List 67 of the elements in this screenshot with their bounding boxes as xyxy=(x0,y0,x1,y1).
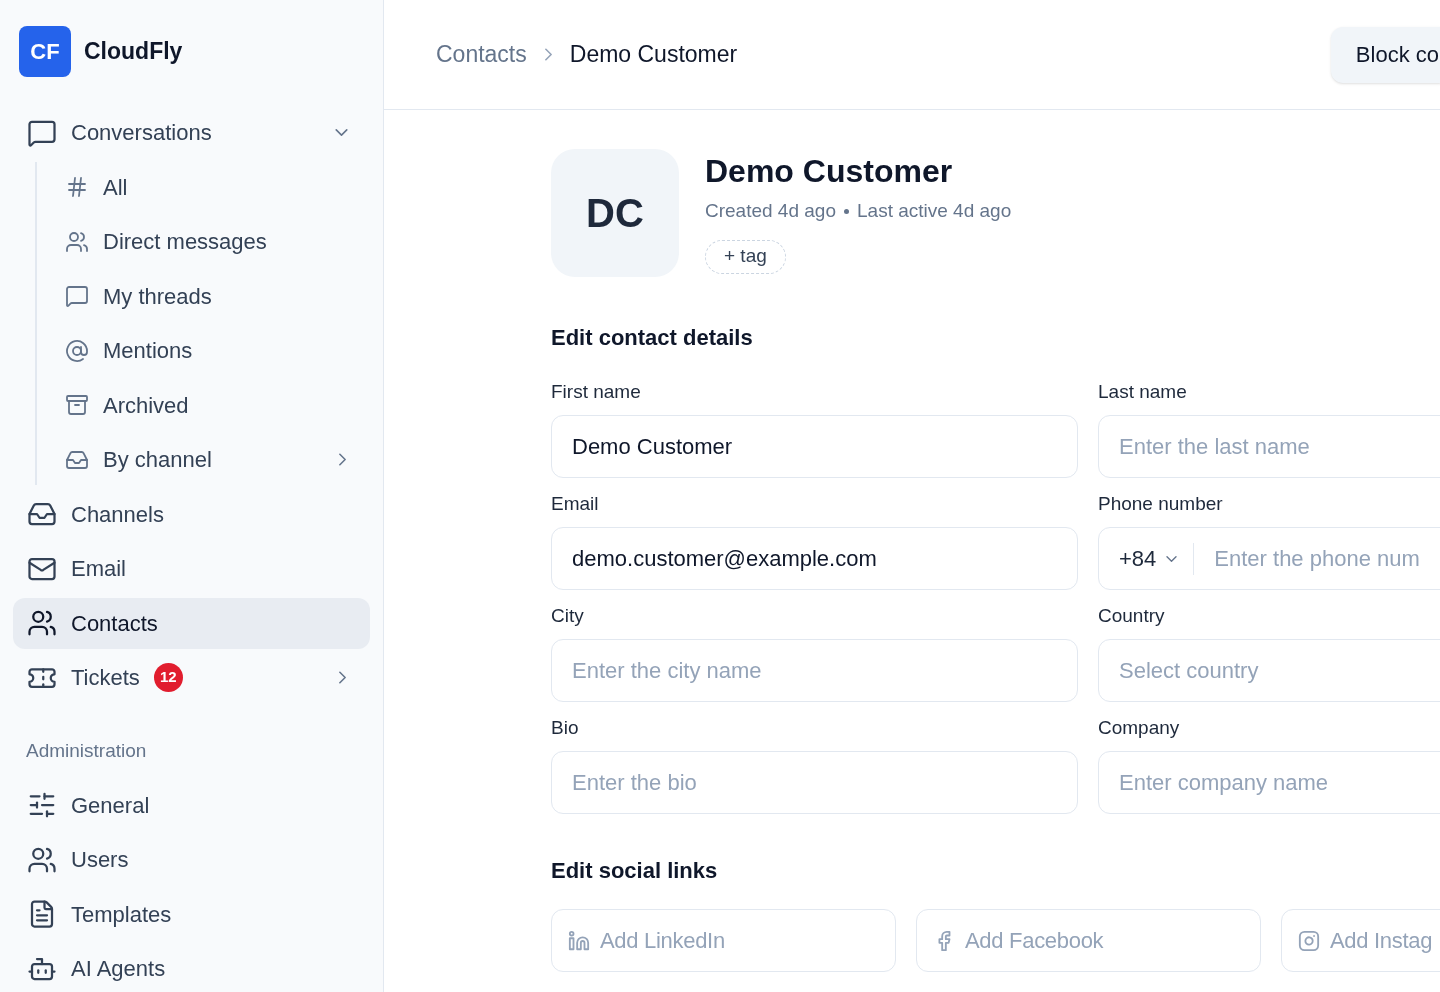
field-label: Phone number xyxy=(1098,492,1224,516)
logo: CF xyxy=(19,26,71,77)
nav-item[interactable]: By channel xyxy=(13,434,370,485)
input-field[interactable]: Demo Customer xyxy=(551,415,1078,478)
last-active-text: Last active 4d ago xyxy=(857,199,1012,223)
section-heading: Edit contact details xyxy=(551,324,754,352)
chevron-down-icon xyxy=(1166,555,1178,562)
section-heading: Edit social links xyxy=(551,857,719,885)
nav-item[interactable]: Contacts xyxy=(13,597,370,649)
instagram-icon xyxy=(1298,929,1320,952)
hash-icon xyxy=(65,175,89,199)
breadcrumb-item: Demo Customer xyxy=(569,40,738,70)
nav-label: Templates xyxy=(71,900,172,929)
at-sign-icon xyxy=(65,338,89,363)
avatar: DC xyxy=(551,149,679,277)
nav-item[interactable]: Conversations xyxy=(13,107,370,158)
field-label: Last name xyxy=(1098,380,1188,404)
nav-label: Tickets xyxy=(71,664,140,692)
nav-label: Email xyxy=(71,555,126,583)
chat-bubble-icon xyxy=(65,284,89,308)
archive-icon xyxy=(65,393,89,417)
input-field[interactable]: demo.customer@example.com xyxy=(551,527,1078,590)
nav-label: All xyxy=(103,173,128,202)
nav-label: Users xyxy=(71,846,129,874)
nav-label: Archived xyxy=(103,391,189,420)
nav-item[interactable]: Direct messages xyxy=(13,216,370,267)
nav-label: Contacts xyxy=(71,609,158,638)
block-contact-button[interactable]: Block co xyxy=(1330,26,1440,83)
sliders-icon xyxy=(27,790,57,820)
users-icon xyxy=(27,608,57,638)
nav-item[interactable]: General xyxy=(13,779,370,831)
nav-label: Mentions xyxy=(103,337,193,365)
nav-item[interactable]: All xyxy=(13,161,370,213)
nav-item[interactable]: Tickets 12 xyxy=(13,652,370,703)
nav-item[interactable]: Channels xyxy=(13,488,370,540)
nav-item[interactable]: Users xyxy=(13,834,370,885)
contact-name: Demo Customer xyxy=(705,152,953,191)
nav-item[interactable]: Templates xyxy=(13,888,370,940)
nav-item[interactable]: AI Agents xyxy=(13,943,370,992)
users-icon xyxy=(65,229,89,254)
count-badge: 12 xyxy=(153,663,183,692)
nav-label: AI Agents xyxy=(71,955,166,983)
country-code[interactable]: +84 xyxy=(1119,542,1157,575)
field-label: First name xyxy=(551,380,642,404)
nav-label: By channel xyxy=(103,446,212,474)
linkedin-icon xyxy=(568,929,590,952)
field-label: City xyxy=(551,604,585,628)
phone-field[interactable]: +84 Enter the phone num xyxy=(1098,527,1440,590)
field-label: Bio xyxy=(551,716,580,740)
nav-item[interactable]: Archived xyxy=(13,379,370,431)
nav-label: Direct messages xyxy=(103,228,267,256)
nav-item[interactable]: Email xyxy=(13,543,370,594)
field-label: Email xyxy=(551,492,600,516)
field-label: Company xyxy=(1098,716,1181,740)
nav-label: General xyxy=(71,791,150,820)
placeholder: Enter the phone num xyxy=(1214,545,1420,573)
nav-item[interactable]: Mentions xyxy=(13,325,370,376)
nav-label: Conversations xyxy=(71,119,212,147)
nav-item[interactable]: My threads xyxy=(13,270,370,322)
section-title: Administration xyxy=(26,739,148,763)
breadcrumb-item[interactable]: Contacts xyxy=(436,37,527,72)
brand-name: CloudFly xyxy=(84,37,183,67)
field-label: Country xyxy=(1098,604,1166,628)
created-text: Created 4d ago xyxy=(705,199,836,223)
nav-label: Channels xyxy=(71,500,164,529)
chevron-right-icon xyxy=(544,48,552,61)
nav-label: My threads xyxy=(103,282,212,311)
